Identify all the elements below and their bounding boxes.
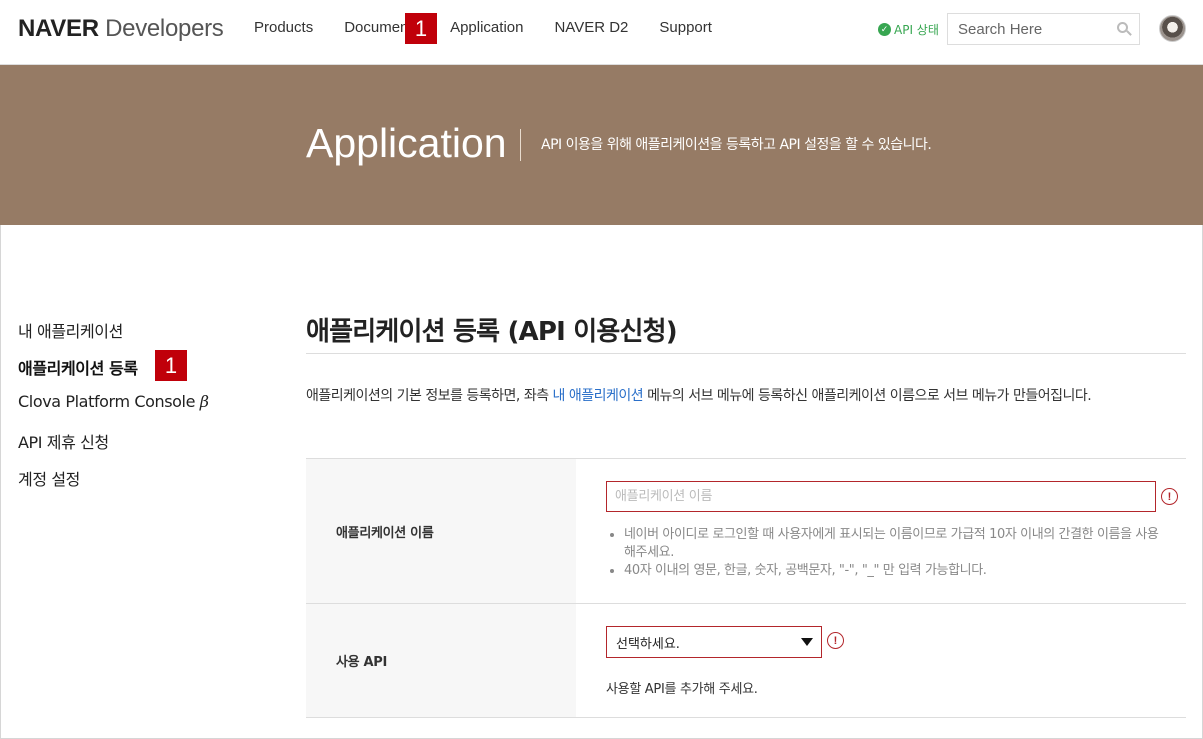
api-note: 사용할 API를 추가해 주세요. — [606, 682, 758, 697]
app-name-label: 애플리케이션 이름 — [306, 459, 576, 603]
logo-bold-text: NAVER — [18, 15, 99, 42]
app-name-warning-icon: ! — [1161, 488, 1178, 505]
intro-text-before: 애플리케이션의 기본 정보를 등록하면, 좌측 — [306, 388, 553, 404]
sidebar-item-label: Clova Platform Console — [18, 392, 196, 411]
nav-products[interactable]: Products — [254, 19, 313, 36]
search-box — [947, 13, 1140, 45]
main-nav: Products Documents Application NAVER D2 … — [254, 19, 743, 36]
nav-support[interactable]: Support — [659, 19, 712, 36]
sidebar-menu: 내 애플리케이션 애플리케이션 등록 Clova Platform Consol… — [18, 318, 209, 503]
step-marker-badge-top: 1 — [405, 13, 437, 44]
sidebar-item-account-settings[interactable]: 계정 설정 — [18, 466, 209, 503]
beta-symbol: β — [199, 392, 209, 411]
list-item: 네이버 아이디로 로그인할 때 사용자에게 표시되는 이름이므로 가급적 10자… — [624, 526, 1166, 562]
user-avatar[interactable] — [1159, 15, 1186, 42]
api-select-value: 선택하세요. — [616, 636, 680, 652]
registration-form: 애플리케이션 이름 ! 네이버 아이디로 로그인할 때 사용자에게 표시되는 이… — [306, 458, 1186, 718]
intro-text: 애플리케이션의 기본 정보를 등록하면, 좌측 내 애플리케이션 메뉴의 서브 … — [306, 383, 1186, 409]
banner-description: API 이용을 위해 애플리케이션을 등록하고 API 설정을 할 수 있습니다… — [541, 137, 932, 153]
page-banner: Application API 이용을 위해 애플리케이션을 등록하고 API … — [0, 65, 1203, 225]
caret-down-icon — [801, 638, 813, 646]
search-input[interactable] — [948, 14, 1108, 44]
sidebar-item-api-partnership[interactable]: API 제휴 신청 — [18, 429, 209, 466]
check-circle-icon: ✓ — [878, 23, 891, 36]
api-label: 사용 API — [306, 604, 576, 717]
api-status-link[interactable]: ✓ API 상태 — [878, 21, 939, 38]
app-name-input[interactable] — [606, 481, 1156, 512]
banner-title: Application — [306, 120, 507, 166]
nav-application[interactable]: Application — [450, 19, 523, 36]
api-warning-icon: ! — [827, 632, 844, 649]
nav-naver-d2[interactable]: NAVER D2 — [554, 19, 628, 36]
banner-divider — [520, 129, 521, 161]
api-field-area: 선택하세요. ! 사용할 API를 추가해 주세요. — [576, 604, 1186, 717]
logo-light-text: Developers — [105, 15, 224, 42]
page-title: 애플리케이션 등록 (API 이용신청) — [306, 317, 678, 347]
step-marker-badge-sidebar: 1 — [155, 350, 187, 381]
sidebar-item-clova-platform-console[interactable]: Clova Platform Console β — [18, 392, 209, 429]
app-name-field-area: ! 네이버 아이디로 로그인할 때 사용자에게 표시되는 이름이므로 가급적 1… — [576, 459, 1186, 603]
my-applications-link[interactable]: 내 애플리케이션 — [553, 388, 644, 404]
title-divider — [306, 353, 1186, 354]
top-navigation-bar: NAVER Developers Products Documents Appl… — [0, 0, 1203, 65]
list-item: 40자 이내의 영문, 한글, 숫자, 공백문자, "-", "_" 만 입력 … — [624, 562, 1166, 580]
app-name-row: 애플리케이션 이름 ! 네이버 아이디로 로그인할 때 사용자에게 표시되는 이… — [306, 459, 1186, 604]
api-row: 사용 API 선택하세요. ! 사용할 API를 추가해 주세요. — [306, 604, 1186, 718]
intro-text-after: 메뉴의 서브 메뉴에 등록하신 애플리케이션 이름으로 서브 메뉴가 만들어집니… — [643, 388, 1092, 404]
api-status-label: API 상태 — [894, 23, 939, 37]
naver-developers-logo[interactable]: NAVER Developers — [18, 15, 224, 43]
api-select-dropdown[interactable]: 선택하세요. — [606, 626, 822, 658]
app-name-hints: 네이버 아이디로 로그인할 때 사용자에게 표시되는 이름이므로 가급적 10자… — [606, 526, 1166, 580]
search-icon[interactable] — [1117, 22, 1128, 33]
